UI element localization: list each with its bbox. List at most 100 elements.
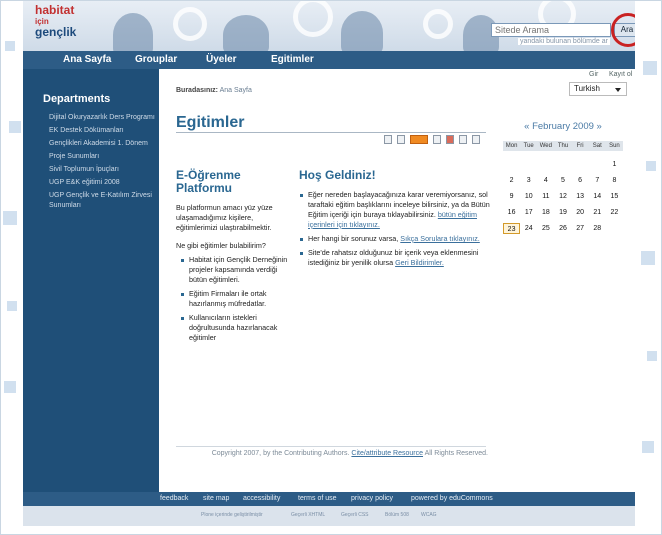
calendar-weekday: Mon: [505, 143, 518, 149]
sidebar-item[interactable]: UGP E&K eğitimi 2008: [49, 178, 157, 188]
sidebar-item[interactable]: Dijital Okuryazarlık Ders Programı: [49, 113, 157, 123]
subfooter-item[interactable]: Bölüm 508: [385, 512, 409, 518]
decor-tile: [9, 121, 21, 133]
rss-icon[interactable]: [410, 135, 428, 144]
feedback-link[interactable]: Geri Bildirimler.: [395, 258, 444, 267]
print-icon[interactable]: [397, 135, 405, 144]
logo[interactable]: habitat için gençlik: [35, 4, 99, 45]
copyright-divider: [176, 446, 486, 447]
list-item: Her hangi bir sorunuz varsa, Sıkça Sorul…: [300, 234, 491, 244]
footer-link[interactable]: privacy policy: [351, 495, 393, 502]
calendar-day: [537, 159, 554, 170]
nav-item-members[interactable]: Üyeler: [206, 54, 237, 65]
logo-line3: gençlik: [35, 25, 77, 39]
calendar-day[interactable]: 6: [572, 175, 589, 186]
calendar-day[interactable]: 26: [554, 223, 571, 234]
calendar-day[interactable]: 13: [572, 191, 589, 202]
calendar-day[interactable]: 14: [589, 191, 606, 202]
calendar-day[interactable]: 10: [520, 191, 537, 202]
e-learning-heading: E-Öğrenme Platformu: [176, 168, 241, 195]
breadcrumb: Buradasınız: Ana Sayfa: [176, 87, 252, 94]
calendar-prev-button[interactable]: «: [524, 121, 529, 132]
calendar-day[interactable]: 17: [520, 207, 537, 218]
document-icon[interactable]: [472, 135, 480, 144]
calendar-day[interactable]: 8: [606, 175, 623, 186]
cite-link[interactable]: Cite/attribute Resource: [351, 450, 423, 457]
calendar-weekday: Tue: [523, 143, 534, 149]
page-title: Egitimler: [176, 114, 245, 131]
page-frame: habitat için gençlik Ara yandaki bulunan…: [0, 0, 662, 535]
calendar-day: [520, 159, 537, 170]
copyright: Copyright 2007, by the Contributing Auth…: [176, 449, 488, 458]
calendar-next-button[interactable]: »: [597, 121, 602, 132]
calendar-day[interactable]: 2: [503, 175, 520, 186]
subfooter-item[interactable]: Geçerli CSS: [341, 512, 369, 518]
calendar-weekdays: Mon Tue Wed Thu Fri Sat Sun: [503, 141, 623, 151]
calendar-day[interactable]: 25: [537, 223, 554, 234]
calendar-day-today[interactable]: 23: [503, 223, 521, 234]
calendar-day: [503, 159, 520, 170]
subfooter-item[interactable]: WCAG: [421, 512, 437, 518]
language-select[interactable]: Turkish: [569, 82, 627, 96]
sidebar-item[interactable]: UGP Gençlik ve E-Katılım Zirvesi Sunumla…: [49, 191, 157, 211]
pdf-icon[interactable]: [446, 135, 454, 144]
footer-link[interactable]: terms of use: [298, 495, 337, 502]
calendar-grid: 1 2 3 4 5 6 7 8 9 10 11 12 13 14 15 16 17 18 19 20 21 22 23 24 2…: [503, 159, 623, 234]
calendar-day[interactable]: 7: [589, 175, 606, 186]
sidebar-item[interactable]: Sivil Toplumun İpuçları: [49, 165, 157, 175]
calendar-day[interactable]: 27: [572, 223, 589, 234]
calendar-day[interactable]: 28: [589, 223, 606, 234]
list-item: Kullanıcıların istekleri doğrultusunda h…: [181, 313, 296, 343]
nav-item-home[interactable]: Ana Sayfa: [63, 54, 111, 65]
calendar-day[interactable]: 4: [537, 175, 554, 186]
copyright-text: Copyright 2007, by the Contributing Auth…: [211, 450, 350, 457]
calendar-day[interactable]: 19: [554, 207, 571, 218]
nav-item-trainings[interactable]: Egitimler: [271, 54, 314, 65]
calendar-day[interactable]: 18: [537, 207, 554, 218]
calendar-day[interactable]: 22: [606, 207, 623, 218]
subfooter-bar: Plone içerinde geliştirilmiştir Geçerli …: [23, 506, 635, 526]
nav-item-groups[interactable]: Grouplar: [135, 54, 177, 65]
search-input[interactable]: [491, 23, 611, 37]
faq-link[interactable]: Sıkça Sorulara tıklayınız.: [400, 234, 480, 243]
footer-link[interactable]: site map: [203, 495, 229, 502]
calendar-day[interactable]: 1: [606, 159, 623, 170]
calendar-day: [554, 159, 571, 170]
calendar-day[interactable]: 11: [537, 191, 554, 202]
welcome-item-text: Her hangi bir sorunuz varsa,: [308, 234, 399, 243]
sidebar-item[interactable]: EK Destek Dökümanları: [49, 126, 157, 136]
footer-link[interactable]: feedback: [160, 495, 188, 502]
calendar-day[interactable]: 9: [503, 191, 520, 202]
e-learning-section: E-Öğrenme Platformu Bu platformun amacı …: [176, 169, 296, 347]
page-icon[interactable]: [433, 135, 441, 144]
calendar-day[interactable]: 15: [606, 191, 623, 202]
calendar: « February 2009 » Mon Tue Wed Thu Fri Sat Sun …: [503, 121, 623, 234]
welcome-list: Eğer nereden başlayacağınıza karar verem…: [300, 190, 491, 268]
sidebar-item[interactable]: Gençlikleri Akademisi 1. Dönem: [49, 139, 157, 149]
calendar-day: [606, 223, 623, 234]
footer-link[interactable]: accessibility: [243, 495, 280, 502]
subfooter-item[interactable]: Geçerli XHTML: [291, 512, 325, 518]
subfooter-item[interactable]: Plone içerinde geliştirilmiştir: [201, 512, 263, 518]
e-learning-list: Habitat için Gençlik Derneğinin projeler…: [181, 255, 296, 343]
calendar-weekday: Sun: [609, 143, 620, 149]
calendar-day[interactable]: 5: [554, 175, 571, 186]
breadcrumb-label: Buradasınız:: [176, 87, 219, 94]
send-icon[interactable]: [384, 135, 392, 144]
sidebar-list: Dijital Okuryazarlık Ders Programı EK De…: [49, 113, 157, 214]
calendar-day: [589, 159, 606, 170]
bookmark-icon[interactable]: [459, 135, 467, 144]
footer-link[interactable]: powered by eduCommons: [411, 495, 493, 502]
breadcrumb-current[interactable]: Ana Sayfa: [220, 87, 252, 94]
welcome-heading: Hoş Geldiniz!: [299, 168, 376, 182]
calendar-day[interactable]: 16: [503, 207, 520, 218]
calendar-day[interactable]: 20: [572, 207, 589, 218]
login-link[interactable]: Gir: [589, 71, 598, 78]
calendar-day[interactable]: 3: [520, 175, 537, 186]
calendar-day[interactable]: 24: [520, 223, 537, 234]
calendar-day[interactable]: 12: [554, 191, 571, 202]
calendar-day[interactable]: 21: [589, 207, 606, 218]
register-link[interactable]: Kayıt ol: [609, 71, 632, 78]
sidebar-item[interactable]: Proje Sunumları: [49, 152, 157, 162]
calendar-day: [572, 159, 589, 170]
